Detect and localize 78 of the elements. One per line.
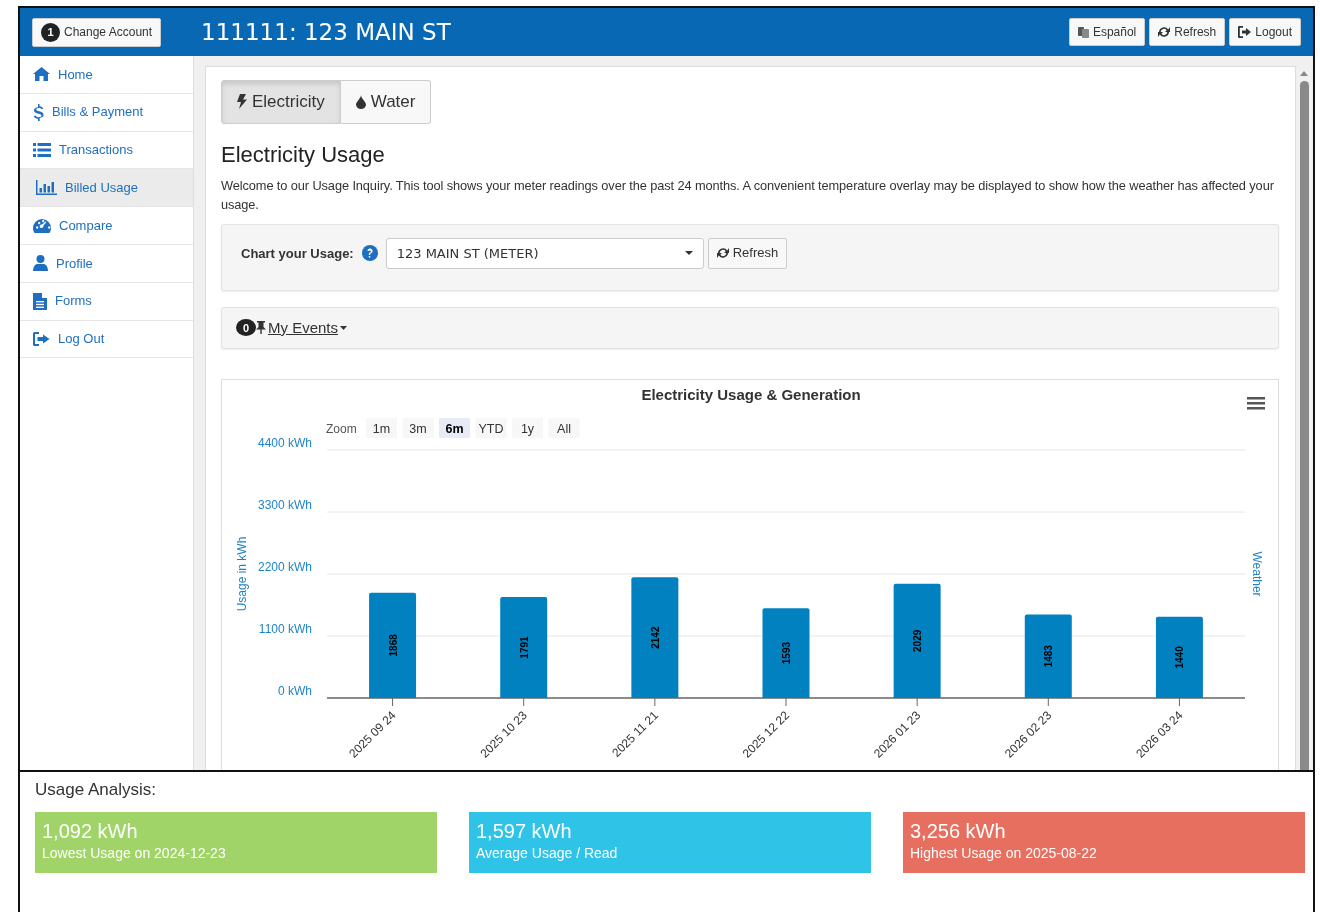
bar[interactable] (762, 608, 810, 698)
language-icon (1077, 26, 1089, 38)
stat-caption: Average Usage / Read (476, 843, 619, 863)
section-title: Usage Analysis: (35, 779, 157, 801)
axis-label: 2200 kWh (257, 559, 312, 574)
data-label: 1440 (1174, 646, 1186, 669)
refresh-icon (1158, 26, 1171, 38)
menu-icon[interactable] (1247, 396, 1265, 410)
intro-paragraph: Welcome to our Usage Inquiry. This tool shows your meter readings over the past 24 months. A convenient temperature overlay may be displayed to show how the weather has affected your usage. (221, 176, 1275, 214)
stat-caption: Lowest Usage on 2024-12-23 (42, 843, 227, 863)
data-label: 1791 (518, 636, 530, 659)
zoom-button[interactable]: 1m (366, 417, 397, 438)
scroll-up-arrow[interactable] (1299, 69, 1309, 77)
page-title: 111111: 123 MAIN ST (201, 17, 451, 47)
meter-select[interactable]: 123 MAIN ST (METER) (385, 237, 704, 269)
stat-caption: Highest Usage on 2025-08-22 (910, 843, 1098, 863)
caret-icon (684, 251, 693, 256)
home-icon (33, 67, 50, 82)
data-label: 1868 (387, 634, 399, 657)
person-icon (33, 255, 48, 272)
section-heading: Electricity Usage (221, 141, 386, 168)
caret-icon (340, 325, 348, 330)
pin-icon (256, 321, 266, 335)
axis-title: Weather (1250, 551, 1264, 597)
bolt-icon (237, 94, 247, 110)
axis-title: Usage in kWh (235, 536, 249, 612)
list-icon (33, 143, 51, 157)
data-label: 1483 (1043, 644, 1055, 668)
count-badge: 0 (236, 319, 256, 337)
zoom-label: Zoom (326, 421, 357, 436)
sidebar-item[interactable]: Home (20, 56, 193, 94)
count-badge: 1 (41, 22, 60, 42)
bar[interactable] (369, 592, 417, 698)
axis-label: 4400 kWh (257, 435, 312, 450)
axis-label: 1100 kWh (258, 621, 312, 636)
data-label: 2029 (912, 629, 924, 652)
dollar-icon (33, 103, 44, 121)
sidebar-item[interactable]: Bills & Payment (20, 93, 193, 132)
drop-icon (355, 94, 366, 109)
stat-value: 3,256 kWh (910, 818, 1007, 843)
exit-icon (33, 331, 50, 346)
zoom-button[interactable]: YTD (475, 417, 507, 438)
bar[interactable] (1155, 616, 1203, 698)
stat-value: 1,092 kWh (42, 818, 139, 843)
refresh-button[interactable]: Refresh (707, 237, 788, 269)
sidebar-item[interactable]: Profile (20, 245, 193, 283)
field-label: Chart your Usage: (241, 244, 354, 263)
logout-icon (1238, 26, 1252, 38)
refresh-icon (716, 247, 729, 260)
sidebar-item[interactable]: Compare (20, 207, 193, 245)
help-icon (361, 245, 378, 262)
sidebar-item[interactable]: Forms (20, 282, 193, 321)
bar[interactable] (893, 583, 941, 698)
sidebar-item[interactable]: Billed Usage (20, 169, 193, 208)
logout-button[interactable]: Logout (1229, 18, 1301, 46)
zoom-button[interactable]: 6m (439, 417, 470, 438)
bar-chart-icon (36, 180, 57, 196)
chart-title: Electricity Usage & Generation (641, 385, 861, 403)
tab[interactable]: Electricity (221, 80, 341, 124)
refresh-button[interactable]: Refresh (1149, 18, 1226, 46)
sidebar-item[interactable]: Log Out (20, 320, 193, 359)
zoom-button[interactable]: 3m (402, 417, 434, 438)
stat-value: 1,597 kWh (476, 818, 573, 843)
change-account-button[interactable]: 1 Change Account (32, 17, 162, 47)
bar[interactable] (500, 596, 548, 698)
scrollbar-thumb[interactable] (1299, 81, 1309, 770)
axis-label: 0 kWh (278, 683, 312, 698)
events-link[interactable]: My Events (256, 316, 348, 340)
zoom-button[interactable]: All (548, 417, 580, 438)
language-button[interactable]: Español (1068, 18, 1146, 46)
gauge-icon (33, 218, 51, 233)
bar[interactable] (1024, 614, 1072, 698)
axis-label: 3300 kWh (257, 497, 312, 512)
zoom-button[interactable]: 1y (512, 417, 543, 438)
tab[interactable]: Water (340, 80, 432, 124)
data-label: 2142 (649, 626, 661, 649)
data-label: 1593 (781, 641, 792, 665)
document-icon (33, 292, 47, 310)
